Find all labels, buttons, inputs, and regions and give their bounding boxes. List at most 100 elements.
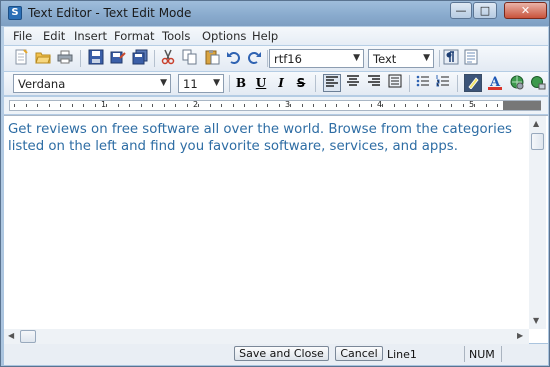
menu-file[interactable]: File bbox=[13, 29, 32, 43]
edit-mode-select[interactable]: Text ▼ bbox=[368, 49, 434, 68]
numbered-list-button[interactable] bbox=[434, 74, 452, 92]
horizontal-scrollbar[interactable]: ◀ ▶ bbox=[4, 329, 529, 344]
font-size-select[interactable]: 11 ▼ bbox=[178, 74, 224, 93]
font-family-select[interactable]: Verdana ▼ bbox=[13, 74, 171, 93]
menu-options[interactable]: Options bbox=[202, 29, 246, 43]
minimize-button[interactable]: — bbox=[450, 2, 472, 19]
toolbar-separator bbox=[315, 75, 316, 92]
scissors-icon bbox=[161, 49, 175, 65]
font-family-value: Verdana bbox=[18, 77, 66, 91]
justify-button[interactable] bbox=[386, 74, 404, 92]
highlight-button[interactable] bbox=[464, 74, 482, 92]
align-left-button[interactable] bbox=[323, 74, 341, 92]
align-center-icon bbox=[347, 75, 359, 86]
scroll-down-icon[interactable]: ▼ bbox=[533, 316, 539, 325]
align-right-button[interactable] bbox=[365, 74, 383, 92]
chevron-down-icon: ▼ bbox=[423, 53, 430, 63]
scroll-right-icon[interactable]: ▶ bbox=[517, 331, 523, 340]
ruler-tick bbox=[417, 104, 418, 107]
cut-button[interactable] bbox=[159, 49, 177, 67]
menu-insert[interactable]: Insert bbox=[74, 29, 107, 43]
paste-button[interactable] bbox=[203, 49, 221, 67]
ruler-tick bbox=[451, 104, 452, 107]
ruler-tick bbox=[187, 104, 188, 107]
ruler-tick bbox=[49, 104, 50, 107]
font-color-button[interactable]: A bbox=[486, 74, 504, 92]
ruler-tick bbox=[164, 104, 165, 107]
status-bar: Save and Close Cancel Line1 NUM bbox=[4, 344, 548, 365]
ruler-tick bbox=[348, 104, 349, 107]
insert-image-button[interactable] bbox=[508, 74, 526, 92]
save-button[interactable] bbox=[87, 49, 105, 67]
ruler-tick bbox=[129, 104, 130, 107]
copy-button[interactable] bbox=[181, 49, 199, 67]
print-button[interactable] bbox=[56, 49, 74, 67]
new-document-button[interactable] bbox=[12, 49, 30, 67]
save-as-button[interactable] bbox=[109, 49, 127, 67]
bullet-list-icon bbox=[416, 75, 429, 87]
ruler-tick bbox=[106, 104, 107, 107]
toolbar-separator bbox=[229, 75, 230, 92]
chevron-down-icon: ▼ bbox=[160, 78, 167, 88]
bold-button[interactable]: B bbox=[232, 74, 250, 92]
document-format-value: rtf16 bbox=[274, 52, 302, 66]
ruler-tick bbox=[405, 104, 406, 107]
save-all-button[interactable] bbox=[131, 49, 149, 67]
ruler-tick bbox=[325, 104, 326, 107]
cancel-button[interactable]: Cancel bbox=[335, 346, 383, 361]
open-folder-icon bbox=[35, 52, 51, 64]
toolbar-separator bbox=[154, 50, 155, 67]
menu-help[interactable]: Help bbox=[252, 29, 278, 43]
globe-object-icon bbox=[531, 76, 546, 90]
new-document-icon bbox=[15, 49, 28, 65]
ruler-tick bbox=[279, 104, 280, 107]
chevron-down-icon: ▼ bbox=[213, 78, 220, 88]
ruler-tick bbox=[118, 104, 119, 107]
minimize-icon: — bbox=[455, 4, 467, 17]
redo-button[interactable] bbox=[245, 49, 263, 67]
standard-toolbar: rtf16 ▼ Text ▼ bbox=[4, 46, 548, 71]
paragraph-marks-button[interactable] bbox=[442, 49, 460, 67]
horizontal-scroll-thumb[interactable] bbox=[20, 330, 36, 343]
align-center-button[interactable] bbox=[344, 74, 362, 92]
title-bar[interactable]: S Text Editor - Text Edit Mode — □ ✕ bbox=[1, 1, 549, 26]
ruler-tick bbox=[382, 104, 383, 107]
undo-button[interactable] bbox=[225, 49, 243, 67]
strikethrough-button[interactable]: S bbox=[292, 74, 310, 92]
ruler-tick bbox=[302, 104, 303, 107]
formatting-toolbar: Verdana ▼ 11 ▼ B U I S A bbox=[4, 72, 548, 95]
open-folder-button[interactable] bbox=[34, 49, 52, 67]
ruler-tick bbox=[37, 104, 38, 107]
scroll-up-icon[interactable]: ▲ bbox=[533, 119, 539, 128]
document-text[interactable]: Get reviews on free software all over th… bbox=[8, 121, 528, 155]
insert-object-button[interactable] bbox=[529, 74, 547, 92]
page-view-button[interactable] bbox=[462, 49, 480, 67]
document-format-select[interactable]: rtf16 ▼ bbox=[269, 49, 364, 68]
ruler-tick bbox=[497, 104, 498, 107]
bullet-list-button[interactable] bbox=[414, 74, 432, 92]
menu-tools[interactable]: Tools bbox=[162, 29, 190, 43]
maximize-button[interactable]: □ bbox=[473, 2, 497, 19]
save-as-icon bbox=[110, 51, 126, 64]
menu-edit[interactable]: Edit bbox=[43, 29, 65, 43]
italic-button[interactable]: I bbox=[272, 74, 290, 92]
ruler-tick bbox=[60, 104, 61, 107]
vertical-scrollbar[interactable]: ▲ ▼ bbox=[529, 116, 546, 329]
close-button[interactable]: ✕ bbox=[504, 2, 547, 19]
printer-icon bbox=[57, 50, 73, 64]
paste-clipboard-icon bbox=[205, 50, 220, 65]
globe-image-icon bbox=[510, 75, 524, 90]
ruler[interactable]: 1 2 3 4 5 bbox=[4, 97, 548, 114]
line-indicator: Line1 bbox=[387, 348, 417, 361]
scroll-left-icon[interactable]: ◀ bbox=[8, 331, 14, 340]
save-all-icon bbox=[132, 49, 148, 65]
underline-button[interactable]: U bbox=[252, 74, 270, 92]
save-and-close-button[interactable]: Save and Close bbox=[234, 346, 329, 361]
text-editor-area[interactable]: Get reviews on free software all over th… bbox=[4, 115, 548, 344]
menu-format[interactable]: Format bbox=[114, 29, 155, 43]
maximize-icon: □ bbox=[479, 4, 491, 17]
ruler-tick bbox=[244, 104, 245, 107]
vertical-scroll-thumb[interactable] bbox=[531, 133, 544, 150]
font-color-icon: A bbox=[488, 75, 502, 90]
ruler-tick bbox=[359, 104, 360, 107]
